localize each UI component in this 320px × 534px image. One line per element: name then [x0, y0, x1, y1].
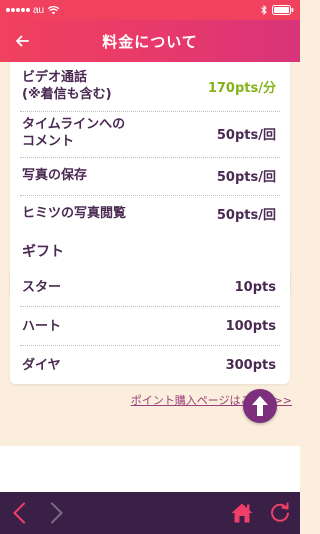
- carrier-name: au: [33, 4, 45, 16]
- pricing-label: タイムラインへの コメント: [22, 117, 126, 149]
- scroll-to-top-button[interactable]: [243, 389, 277, 423]
- pricing-row-video-call: ビデオ通話 (※着信も含む) 170pts/分: [10, 66, 290, 106]
- signal-strength-icon: [6, 8, 30, 12]
- chevron-left-icon: [13, 502, 25, 524]
- pricing-value: 50pts/回: [216, 127, 276, 143]
- gift-section-title: ギフト: [22, 244, 64, 260]
- browser-forward-button[interactable]: [44, 500, 70, 526]
- pricing-row-photo-save: 写真の保存 50pts/回: [10, 158, 290, 192]
- gift-row-star: スター 10pts: [10, 268, 290, 306]
- blank-area: [0, 446, 300, 492]
- home-button[interactable]: [229, 500, 255, 526]
- reload-button[interactable]: [267, 500, 293, 526]
- gift-row-heart: ハート 100pts: [10, 307, 290, 345]
- gift-value: 300pts: [225, 357, 276, 373]
- gift-row-diamond: ダイヤ 300pts: [10, 346, 290, 384]
- gift-label: ハート: [22, 318, 62, 334]
- back-button[interactable]: [8, 27, 36, 55]
- pricing-value: 50pts/回: [216, 169, 276, 185]
- gift-value: 100pts: [225, 318, 276, 334]
- status-bar: au: [0, 0, 300, 20]
- battery-icon: [272, 5, 294, 15]
- gift-card: スター 10pts ハート 100pts ダイヤ 300pts: [10, 268, 290, 384]
- arrow-left-icon: [16, 35, 29, 47]
- gift-value: 10pts: [234, 279, 276, 295]
- wifi-icon: [48, 5, 60, 14]
- pricing-value: 50pts/回: [216, 207, 276, 223]
- page-title: 料金について: [102, 32, 198, 51]
- pricing-label: ビデオ通話 (※着信も含む): [22, 70, 112, 102]
- home-icon: [231, 503, 253, 523]
- chevron-right-icon: [51, 502, 63, 524]
- gift-label: スター: [22, 279, 62, 295]
- bluetooth-icon: [261, 5, 267, 15]
- header-bar: 料金について: [0, 20, 300, 62]
- pricing-value: 170pts/分: [207, 80, 276, 96]
- pricing-row-timeline-comment: タイムラインへの コメント 50pts/回: [10, 112, 290, 154]
- browser-toolbar: [0, 492, 300, 534]
- gift-label: ダイヤ: [22, 357, 61, 373]
- pricing-row-secret-photo: ヒミツの写真閲覧 50pts/回: [10, 196, 290, 230]
- browser-back-button[interactable]: [6, 500, 32, 526]
- pricing-label: ヒミツの写真閲覧: [22, 205, 127, 221]
- arrow-up-icon: [252, 396, 268, 416]
- pricing-label: 写真の保存: [22, 167, 88, 183]
- reload-icon: [271, 502, 289, 522]
- content-area[interactable]: ビデオ通話 (※着信も含む) 170pts/分 タイムラインへの コメント 50…: [0, 62, 300, 446]
